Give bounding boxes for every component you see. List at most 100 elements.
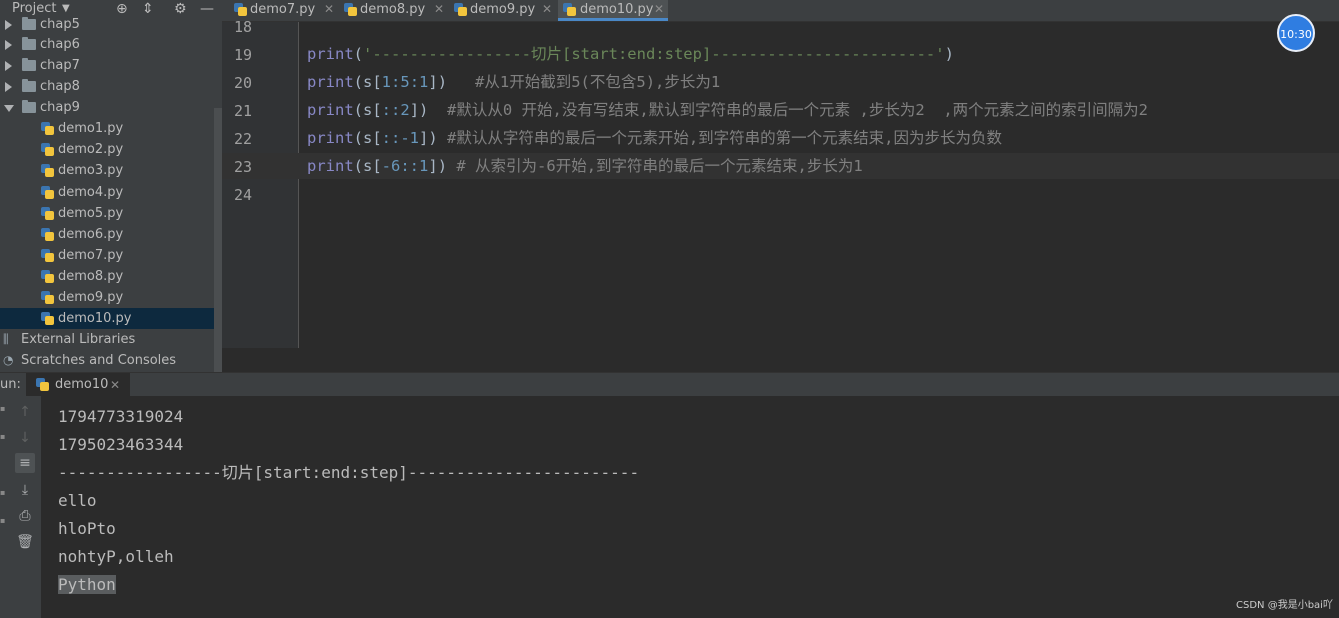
code-line-21[interactable]: print(s[::2]) #默认从0 开始,没有写结束,默认到字符串的最后一个…: [307, 96, 1148, 124]
python-file-icon: [41, 122, 54, 135]
code-line-23[interactable]: print(s[-6::1]) # 从索引为-6开始,到字符串的最后一个元素结束…: [307, 152, 863, 180]
line-number: 21: [233, 102, 252, 120]
builtin-print: print: [307, 73, 354, 91]
tree-item-chap5[interactable]: chap5: [0, 14, 214, 35]
tree-item-demo7[interactable]: demo7.py: [0, 245, 214, 266]
line-number: 24: [233, 186, 252, 204]
expand-arrow-icon[interactable]: [5, 40, 12, 50]
tab-label: demo10.py: [580, 2, 654, 17]
stop-icon[interactable]: ▪: [0, 432, 5, 441]
rerun-icon[interactable]: ▪: [0, 404, 5, 413]
tree-item-demo5[interactable]: demo5.py: [0, 203, 214, 224]
code-text: (s[: [353, 73, 382, 91]
python-file-icon: [344, 3, 357, 16]
expand-arrow-icon[interactable]: [5, 61, 12, 71]
slice-colon: ::: [381, 101, 401, 119]
builtin-print: print: [307, 101, 354, 119]
tree-item-label: demo5.py: [58, 206, 124, 221]
tree-item-demo4[interactable]: demo4.py: [0, 182, 214, 203]
close-icon[interactable]: ✕: [434, 0, 444, 19]
tree-item-chap9[interactable]: chap9: [0, 97, 214, 118]
project-panel: Project ▼ ⊕ ⇕ ⚙ — chap5 chap6 chap7 chap…: [0, 0, 222, 372]
tab-demo9[interactable]: demo9.py ✕: [452, 0, 556, 21]
builtin-print: print: [307, 157, 354, 175]
python-file-icon: [41, 270, 54, 283]
console-line: -----------------切片[start:end:step]-----…: [58, 463, 640, 482]
python-file-icon: [41, 186, 54, 199]
expand-arrow-icon[interactable]: [5, 82, 12, 92]
python-file-icon: [41, 228, 54, 241]
tree-item-scratches[interactable]: ◔ Scratches and Consoles: [0, 350, 214, 371]
tree-item-chap7[interactable]: chap7: [0, 55, 214, 76]
python-file-icon: [41, 164, 54, 177]
expand-arrow-icon[interactable]: [5, 20, 12, 30]
python-file-icon: [41, 291, 54, 304]
tree-item-demo10[interactable]: demo10.py: [0, 308, 214, 329]
tree-item-label: chap9: [40, 100, 80, 115]
code-text: ]): [428, 73, 448, 91]
run-tab-demo10[interactable]: demo10 ✕: [26, 373, 130, 397]
tree-item-external-libraries[interactable]: ⫼ External Libraries: [0, 329, 214, 350]
code-line-20[interactable]: print(s[1:5:1]) #从1开始截到5(不包含5),步长为1: [307, 68, 720, 96]
number-literal: -1: [400, 129, 420, 147]
code-line-19[interactable]: print('-----------------切片[start:end:ste…: [307, 40, 954, 68]
line-number: 20: [233, 74, 252, 92]
code-comment: #默认从字符串的最后一个元素开始,到字符串的第一个元素结束,因为步长为负数: [437, 129, 1003, 147]
tree-item-chap6[interactable]: chap6: [0, 34, 214, 55]
tab-demo8[interactable]: demo8.py ✕: [342, 0, 448, 21]
number-literal: 1: [381, 73, 392, 91]
arrow-down-icon[interactable]: ↓: [15, 428, 35, 448]
tree-item-label: chap8: [40, 79, 80, 94]
watermark: CSDN @我是小bai吖: [1236, 600, 1333, 611]
soft-wrap-icon[interactable]: ≡: [15, 453, 35, 473]
tree-item-demo6[interactable]: demo6.py: [0, 224, 214, 245]
editor-tab-bar: demo7.py ✕ demo8.py ✕ demo9.py ✕ demo10.…: [222, 0, 1339, 22]
tab-demo10[interactable]: demo10.py ✕: [558, 0, 668, 21]
slice-colon: ::: [400, 157, 420, 175]
arrow-up-icon[interactable]: ↑: [15, 402, 35, 422]
code-comment: #从1开始截到5(不包含5),步长为1: [447, 73, 721, 91]
code-paren: ): [944, 45, 954, 63]
line-number: 18: [233, 18, 252, 36]
code-text: ]): [419, 129, 438, 147]
pin-icon[interactable]: ▪: [0, 516, 5, 525]
tree-item-label: demo9.py: [58, 290, 124, 305]
code-comment: #默认从0 开始,没有写结束,默认到字符串的最后一个元素 ,步长为2 ,两个元素…: [428, 101, 1149, 119]
close-icon[interactable]: ✕: [654, 0, 664, 19]
print-icon[interactable]: ⎙: [15, 506, 35, 526]
number-literal: 2: [400, 101, 410, 119]
tree-item-demo8[interactable]: demo8.py: [0, 266, 214, 287]
tree-item-label: demo4.py: [58, 185, 124, 200]
tree-item-chap8[interactable]: chap8: [0, 76, 214, 97]
tree-item-demo2[interactable]: demo2.py: [0, 139, 214, 160]
run-panel-header: un: demo10 ✕: [0, 372, 1339, 397]
clock-badge[interactable]: 10:30: [1277, 14, 1315, 52]
scratches-icon: ◔: [3, 353, 14, 367]
tree-item-label: chap7: [40, 58, 80, 73]
tree-item-label: External Libraries: [21, 332, 136, 347]
settings-icon[interactable]: ▪: [0, 488, 5, 497]
tree-item-label: demo7.py: [58, 248, 124, 263]
tree-item-demo3[interactable]: demo3.py: [0, 160, 214, 181]
tab-label: demo7.py: [250, 2, 316, 17]
console-output[interactable]: [41, 396, 1339, 618]
console-line: hloPto: [58, 519, 116, 538]
project-scrollbar[interactable]: [214, 108, 222, 372]
code-comment: # 从索引为-6开始,到字符串的最后一个元素结束,步长为1: [447, 157, 863, 175]
library-icon: ⫼: [3, 332, 9, 346]
close-icon[interactable]: ✕: [324, 0, 334, 19]
scroll-to-end-icon[interactable]: ⤓: [15, 480, 35, 500]
tree-item-demo1[interactable]: demo1.py: [0, 118, 214, 139]
trash-icon[interactable]: 🗑: [15, 532, 35, 552]
tree-item-demo9[interactable]: demo9.py: [0, 287, 214, 308]
line-number: 19: [233, 46, 252, 64]
tree-item-label: demo10.py: [58, 311, 132, 326]
close-icon[interactable]: ✕: [110, 373, 120, 397]
string-literal: '-----------------切片[start:end:step]----…: [363, 45, 945, 63]
slice-colon: :: [391, 73, 401, 91]
code-line-22[interactable]: print(s[::-1]) #默认从字符串的最后一个元素开始,到字符串的第一个…: [307, 124, 1002, 152]
collapse-arrow-icon[interactable]: [4, 105, 14, 112]
close-icon[interactable]: ✕: [542, 0, 552, 19]
tree-item-label: chap6: [40, 37, 80, 52]
console-line: 1794773319024: [58, 407, 184, 426]
